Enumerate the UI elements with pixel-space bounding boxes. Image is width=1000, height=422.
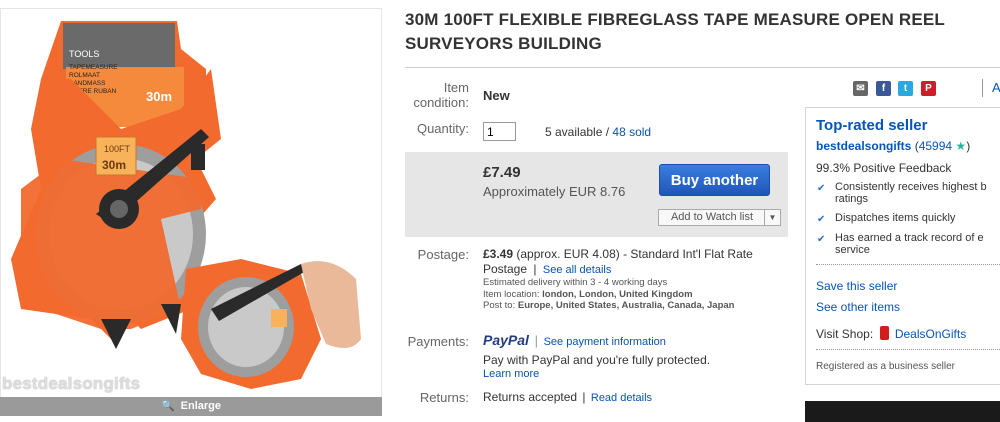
- sold-link[interactable]: 48 sold: [612, 125, 651, 139]
- seller-name-row: bestdealsongifts (45994 ★): [816, 139, 971, 153]
- delivery-estimate: Estimated delivery within 3 - 4 working …: [483, 277, 668, 288]
- postage-amount: £3.49: [483, 247, 514, 261]
- brand-text: TOOLS: [69, 49, 99, 59]
- bullet-top-rated-cont: ratings: [835, 193, 869, 205]
- post-to: Post to: Europe, United States, Australi…: [483, 300, 735, 311]
- seller-divider: [816, 264, 1000, 265]
- quantity-input[interactable]: [483, 122, 516, 141]
- shop-icon: [879, 326, 889, 340]
- available-text: 5 available /: [545, 125, 610, 139]
- star-icon: ★: [955, 139, 967, 153]
- title-divider: [405, 67, 1000, 68]
- seller-divider-2: [816, 349, 1000, 350]
- chevron-down-icon[interactable]: ▼: [764, 210, 780, 225]
- reel-label-top: 100FT: [104, 144, 131, 154]
- buy-another-button[interactable]: Buy another: [659, 164, 770, 196]
- returns-value: Returns accepted: [483, 390, 578, 404]
- bullet-dispatch: ✔ Dispatches items quickly: [817, 212, 956, 225]
- product-title: 30M 100FT FLEXIBLE FIBREGLASS TAPE MEASU…: [405, 10, 945, 53]
- twitter-icon[interactable]: t: [898, 81, 913, 96]
- payments-label: Payments:: [407, 334, 469, 349]
- share-cut-link[interactable]: A: [992, 80, 1000, 95]
- add-to-watchlist-button[interactable]: Add to Watch list ▼: [658, 209, 781, 226]
- share-divider: [982, 79, 983, 97]
- bottom-banner: [805, 401, 1000, 422]
- bullet-track-record-cont: service: [835, 244, 870, 256]
- returns-label: Returns:: [419, 390, 469, 405]
- returns-row: Returns accepted | Read details: [483, 390, 653, 404]
- price-value: £7.49: [483, 164, 521, 181]
- seller-heading: Top-rated seller: [816, 117, 928, 134]
- facebook-icon[interactable]: f: [876, 81, 891, 96]
- see-all-details-link[interactable]: See all details: [543, 264, 612, 276]
- postage-summary: £3.49 (approx. EUR 4.08) - Standard Int'…: [483, 247, 753, 276]
- product-image[interactable]: TOOLS TAPEMEASURE ROLMAAT BANDMASS MÈTRE…: [0, 8, 382, 416]
- magnifier-icon: 🔍: [160, 400, 175, 412]
- condition-label: Item condition:: [413, 80, 469, 110]
- item-location: Item location: london, London, United Ki…: [483, 288, 693, 300]
- tape-measure-illustration: TOOLS TAPEMEASURE ROLMAAT BANDMASS MÈTRE…: [11, 21, 361, 389]
- paypal-logo: PayPal: [483, 332, 529, 348]
- reel-label-bottom: 30m: [102, 158, 126, 172]
- postage-label: Postage:: [417, 247, 469, 262]
- learn-more-link[interactable]: Learn more: [483, 368, 539, 380]
- watermark-text: bestdealsongifts: [2, 374, 141, 393]
- seller-name-link[interactable]: bestdealsongifts: [816, 139, 911, 153]
- visit-shop-row: Visit Shop: DealsOnGifts: [816, 326, 966, 341]
- see-payment-info-link[interactable]: See payment information: [544, 336, 666, 348]
- condition-value: New: [483, 88, 510, 103]
- save-seller-link[interactable]: Save this seller: [816, 279, 897, 293]
- payments-row: PayPal | See payment information: [483, 332, 666, 348]
- package-line-2: ROLMAAT: [69, 72, 100, 79]
- paypal-note: Pay with PayPal and you're fully protect…: [483, 353, 711, 367]
- enlarge-label: Enlarge: [180, 400, 222, 412]
- pinterest-icon[interactable]: P: [921, 81, 936, 96]
- price-approx: Approximately EUR 8.76: [483, 184, 626, 199]
- registered-business: Registered as a business seller: [816, 361, 955, 372]
- enlarge-button[interactable]: 🔍 Enlarge: [0, 397, 382, 416]
- visit-shop-label: Visit Shop:: [816, 327, 874, 341]
- length-badge: 30m: [146, 89, 172, 104]
- feedback-score-link[interactable]: 45994: [919, 139, 952, 153]
- package-line-1: TAPEMEASURE: [69, 64, 118, 71]
- check-icon: ✔: [817, 234, 826, 245]
- email-icon[interactable]: ✉: [853, 81, 868, 96]
- see-other-items-link[interactable]: See other items: [816, 300, 900, 314]
- quantity-label: Quantity:: [416, 121, 469, 136]
- postage-detail: (approx. EUR 4.08) - Standard Int'l Flat…: [516, 247, 753, 261]
- check-icon: ✔: [817, 214, 826, 225]
- availability: 5 available / 48 sold: [545, 125, 651, 139]
- shop-name-link[interactable]: DealsOnGifts: [895, 327, 966, 341]
- check-icon: ✔: [817, 183, 826, 194]
- positive-feedback: 99.3% Positive Feedback: [816, 161, 952, 175]
- read-details-link[interactable]: Read details: [591, 392, 652, 404]
- postage-extra: Estimated delivery within 3 - 4 working …: [483, 277, 773, 312]
- postage-detail-2: Postage: [483, 262, 528, 276]
- watchlist-label: Add to Watch list: [670, 211, 754, 223]
